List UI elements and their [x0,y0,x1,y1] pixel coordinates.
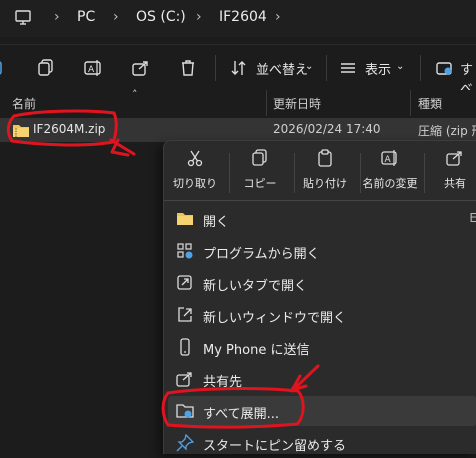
cut-button[interactable]: 切り取り [165,149,225,197]
scissors-icon [186,149,204,171]
file-modified: 2026/02/24 17:40 [273,122,381,136]
menu-item-label: すべて展開... [203,407,279,422]
annotation-file-arrow [109,138,136,157]
open-with-icon [176,242,194,260]
chevron-right-icon: › [113,9,119,25]
column-header-type[interactable]: 種類 [418,95,442,112]
sort-button[interactable]: 並べ替え [256,59,308,78]
sort-icon[interactable] [228,57,250,79]
column-header-bar: 名前 ˄ 更新日時 種類 [0,88,476,116]
menu-item-label: 共有先 [203,375,243,390]
file-type: 圧縮 (zip 形 [418,124,476,138]
breadcrumb-folder[interactable]: IF2604 [219,9,267,25]
menu-item-label: プログラムから開く [203,247,320,262]
menu-item-open-new-tab[interactable]: 新しいタブで開く [168,268,476,298]
menu-item-label: My Phone に送信 [203,343,310,358]
paste-label: 貼り付け [303,177,347,190]
menu-item-send-to-phone[interactable]: My Phone に送信 [168,332,476,362]
copy-label: コピー [243,177,277,190]
rename-label: 名前の変更 [362,177,418,190]
new-window-icon [176,306,194,324]
menu-item-open-with[interactable]: プログラムから開く [168,236,476,266]
phone-icon [176,338,194,356]
context-menu: 切り取り コピー 貼り付け A 名前の変更 共有 開く E プログラムから開く … [163,140,476,454]
svg-text:A: A [88,65,95,75]
share-icon [446,149,464,171]
toolbar-separator [215,55,216,81]
command-bar: A 並べ替え ⌄ 表示 ⌄ すべ [0,44,476,97]
rename-icon: A [381,149,399,171]
pc-icon[interactable] [14,9,32,31]
clipboard-icon [316,149,334,171]
menu-item-pin-to-start[interactable]: スタートにピン留めする [168,428,476,458]
menu-item-label: スタートにピン留めする [203,439,347,454]
breadcrumb-pc[interactable]: PC [77,9,95,25]
breadcrumb-drive[interactable]: OS (C:) [136,9,186,25]
folder-icon [176,210,194,228]
new-tab-icon [176,274,194,292]
menu-item-open[interactable]: 開く E [168,204,476,234]
chevron-right-icon: › [275,9,281,25]
copy-icon [251,149,269,171]
chevron-right-icon: › [54,9,60,25]
column-divider[interactable] [266,90,267,116]
column-header-modified[interactable]: 更新日時 [273,95,321,112]
chevron-right-icon: › [196,9,202,25]
menu-item-label: 新しいウィンドウで開く [203,311,347,326]
file-name[interactable]: IF2604M.zip [33,122,105,136]
svg-text:A: A [385,155,392,165]
pin-icon [176,434,194,452]
menu-item-open-new-window[interactable]: 新しいウィンドウで開く [168,300,476,330]
menu-item-shortcut: E [469,211,476,225]
share-label: 共有 [444,177,466,190]
share-icon [176,370,194,388]
delete-icon[interactable] [177,57,199,79]
filter-icon[interactable] [434,57,456,79]
column-divider[interactable] [410,90,411,116]
copy-icon[interactable] [35,57,57,79]
rename-icon[interactable]: A [82,57,104,79]
copy-button[interactable]: コピー [230,149,290,197]
share-button[interactable]: 共有 [425,149,476,197]
toolbar-separator [420,55,421,81]
view-icon[interactable] [337,57,359,79]
address-bar: › PC › OS (C:) › IF2604 › [0,0,476,37]
cut-label: 切り取り [173,177,217,190]
menu-item-label: 新しいタブで開く [203,279,308,294]
rename-button[interactable]: A 名前の変更 [360,149,420,197]
paste-button[interactable]: 貼り付け [295,149,355,197]
sort-up-icon: ˄ [132,88,138,101]
menu-item-extract-all[interactable]: すべて展開... [168,396,476,426]
menu-divider [164,200,476,201]
zip-folder-icon [12,122,30,142]
menu-item-share-to[interactable]: 共有先 [168,364,476,394]
extract-folder-icon [176,402,194,420]
view-button[interactable]: 表示 [365,59,391,78]
toolbar-separator [326,55,327,81]
new-icon[interactable] [0,57,10,79]
column-header-name[interactable]: 名前 [12,95,36,112]
menu-item-label: 開く [203,215,230,230]
chevron-down-icon: ⌄ [396,61,405,72]
share-icon[interactable] [130,57,152,79]
file-row[interactable]: IF2604M.zip 2026/02/24 17:40 圧縮 (zip 形 [0,118,476,142]
chevron-down-icon: ⌄ [305,61,314,72]
